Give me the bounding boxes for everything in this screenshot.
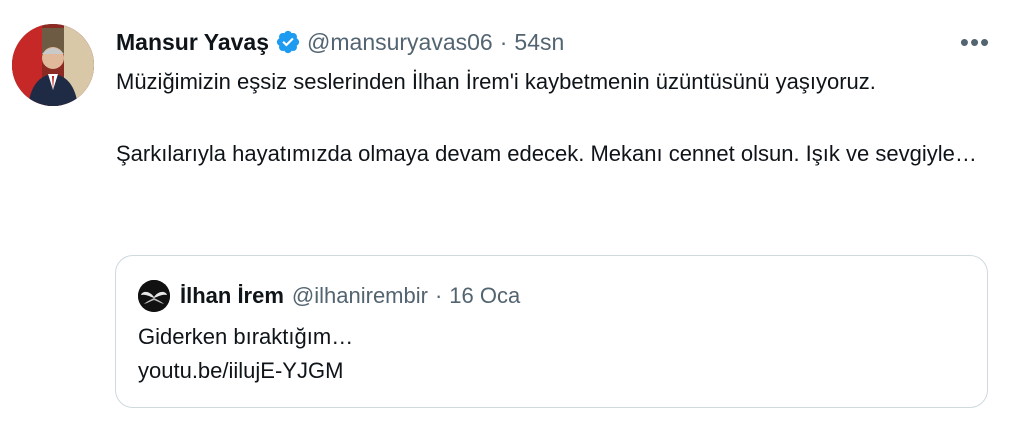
- tweet-card[interactable]: Mansur Yavaş @mansuryavas06 · 54sn ••• M…: [0, 0, 1024, 428]
- quoted-tweet-text: Giderken bıraktığım…: [138, 324, 354, 349]
- verified-badge-icon: [275, 29, 301, 55]
- tweet-paragraph: Şarkılarıyla hayatımızda olmaya devam ed…: [116, 141, 977, 166]
- more-options-icon[interactable]: •••: [958, 27, 992, 57]
- tweet-text: Müziğimizin eşsiz seslerinden İlhan İrem…: [116, 64, 1006, 172]
- tweet-header: Mansur Yavaş @mansuryavas06 · 54sn: [116, 25, 564, 59]
- author-handle[interactable]: @mansuryavas06: [307, 29, 493, 56]
- author-avatar[interactable]: [12, 24, 94, 106]
- quoted-tweet-link[interactable]: youtu.be/iilujE-YJGM: [138, 354, 353, 388]
- quoted-tweet-header: İlhan İrem @ilhanirembir · 16 Oca: [138, 280, 520, 312]
- quoted-author-avatar[interactable]: [138, 280, 170, 312]
- separator-dot: ·: [434, 283, 443, 308]
- separator-dot: ·: [499, 28, 508, 55]
- quoted-tweet-body: Giderken bıraktığım… youtu.be/iilujE-YJG…: [138, 320, 353, 388]
- quoted-timestamp[interactable]: 16 Oca: [449, 283, 520, 309]
- tweet-paragraph: Müziğimizin eşsiz seslerinden İlhan İrem…: [116, 69, 876, 94]
- quoted-author-name[interactable]: İlhan İrem: [180, 283, 284, 309]
- tweet-timestamp[interactable]: 54sn: [514, 29, 564, 56]
- author-name[interactable]: Mansur Yavaş: [116, 29, 269, 56]
- quoted-author-handle[interactable]: @ilhanirembir: [292, 283, 428, 309]
- quoted-tweet[interactable]: İlhan İrem @ilhanirembir · 16 Oca Giderk…: [115, 255, 988, 408]
